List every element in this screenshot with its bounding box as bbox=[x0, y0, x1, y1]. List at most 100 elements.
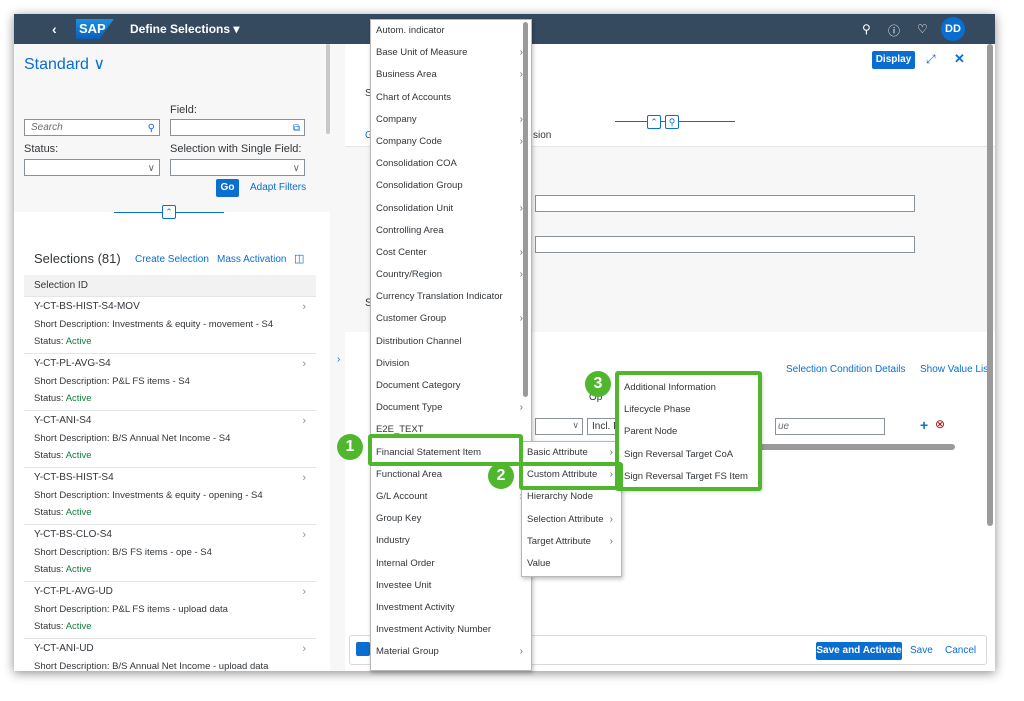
display-button[interactable]: Display bbox=[872, 51, 915, 69]
menu-item[interactable]: Industry bbox=[371, 530, 531, 552]
short-description: Short Description: P&L FS items - upload… bbox=[34, 604, 228, 615]
chevron-right-icon: › bbox=[519, 47, 523, 59]
fullscreen-icon[interactable]: ⤢ bbox=[926, 52, 936, 67]
save-and-activate-button[interactable]: Save and Activate bbox=[816, 642, 902, 660]
app-title[interactable]: Define Selections ▾ bbox=[130, 22, 239, 36]
save-button[interactable]: Save bbox=[910, 645, 933, 656]
menu-item[interactable]: Company › bbox=[371, 109, 531, 131]
menu-item-label: Currency Translation Indicator bbox=[376, 291, 503, 303]
create-selection-link[interactable]: Create Selection bbox=[135, 254, 209, 265]
add-icon[interactable]: + bbox=[920, 417, 928, 433]
collapse-header-button[interactable]: ⌃ bbox=[162, 205, 176, 219]
back-icon[interactable]: ‹ bbox=[52, 21, 57, 37]
chevron-right-icon: › bbox=[519, 646, 523, 658]
scrollbar[interactable] bbox=[987, 44, 993, 526]
attribute-select[interactable]: ∨ bbox=[535, 418, 583, 435]
menu-item[interactable]: Group Key bbox=[371, 508, 531, 530]
menu-item[interactable]: Material Group › bbox=[371, 641, 531, 663]
search-input[interactable]: Search ⚲ bbox=[24, 119, 160, 136]
menu-item[interactable]: Consolidation Unit › bbox=[371, 198, 531, 220]
menu-item[interactable]: Cost Center › bbox=[371, 242, 531, 264]
message-icon[interactable] bbox=[356, 642, 370, 656]
settings-icon[interactable]: ◫ bbox=[294, 252, 304, 265]
menu-item[interactable]: Document Category bbox=[371, 375, 531, 397]
sap-logo: SAP bbox=[76, 19, 114, 39]
mass-activation-link[interactable]: Mass Activation bbox=[217, 254, 286, 265]
value-help-icon[interactable]: ⧉ bbox=[293, 121, 300, 136]
status-select[interactable]: ∨ bbox=[24, 159, 160, 176]
list-item[interactable]: Y-CT-PL-AVG-UD › Short Description: P&L FS… bbox=[24, 582, 316, 639]
menu-item[interactable]: Value bbox=[522, 553, 621, 575]
menu-item-label: Division bbox=[376, 357, 410, 369]
menu-item[interactable]: Business Area › bbox=[371, 64, 531, 86]
pin-icon[interactable]: ⚲ bbox=[665, 115, 679, 129]
menu-item[interactable]: Investee Unit bbox=[371, 575, 531, 597]
tab-selection-condition[interactable]: sion bbox=[533, 130, 551, 141]
show-value-list-link[interactable]: Show Value List bbox=[920, 364, 991, 375]
highlight-custom-attribute bbox=[519, 462, 623, 490]
notification-bell-icon[interactable]: ♡ bbox=[917, 22, 928, 36]
menu-item[interactable]: Consolidation Group bbox=[371, 175, 531, 197]
variant-selector[interactable]: Standard ∨ bbox=[24, 54, 105, 74]
close-icon[interactable]: ✕ bbox=[954, 51, 965, 67]
menu-item[interactable]: Investment Activity Number bbox=[371, 619, 531, 641]
expand-panel-icon[interactable]: › bbox=[337, 354, 340, 365]
list-item[interactable]: Y-CT-PL-AVG-S4 › Short Description: P&L FS… bbox=[24, 354, 316, 411]
search-icon[interactable]: ⚲ bbox=[148, 121, 155, 136]
menu-item[interactable]: Investment Activity bbox=[371, 597, 531, 619]
menu-item[interactable]: Country/Region › bbox=[371, 264, 531, 286]
menu-item-label: Business Area bbox=[376, 69, 437, 81]
menu-item-label: Group Key bbox=[376, 513, 422, 525]
help-icon[interactable]: ⓘ bbox=[888, 22, 900, 39]
single-field-select[interactable]: ∨ bbox=[170, 159, 305, 176]
menu-item[interactable]: Selection Attribute › bbox=[522, 509, 621, 531]
menu-item[interactable]: Customer Group › bbox=[371, 308, 531, 330]
avatar[interactable]: DD bbox=[941, 17, 965, 41]
step-badge-1: 1 bbox=[337, 434, 363, 460]
status-label: Status: bbox=[34, 393, 66, 404]
menu-item-label: Hierarchy Node bbox=[527, 491, 593, 503]
menu-item[interactable]: Target Attribute › bbox=[522, 531, 621, 553]
highlight-custom-attribute-list bbox=[615, 371, 762, 491]
menu-item[interactable]: Controlling Area bbox=[371, 220, 531, 242]
menu-item[interactable]: Division bbox=[371, 353, 531, 375]
search-icon[interactable]: ⚲ bbox=[862, 22, 871, 36]
scrollbar[interactable] bbox=[326, 44, 330, 134]
menu-item[interactable]: Chart of Accounts bbox=[371, 87, 531, 109]
menu-item-label: Document Type bbox=[376, 402, 443, 414]
menu-item[interactable]: Distribution Channel bbox=[371, 331, 531, 353]
menu-item[interactable]: G/L Account› bbox=[371, 486, 531, 508]
selection-condition-details-link[interactable]: Selection Condition Details bbox=[786, 364, 906, 375]
short-description-input[interactable] bbox=[535, 195, 915, 212]
list-item[interactable]: Y-CT-BS-CLO-S4 › Short Description: B/S FS… bbox=[24, 525, 316, 582]
menu-item-label: Internal Order bbox=[376, 557, 435, 569]
chevron-right-icon: › bbox=[302, 301, 306, 313]
field-input[interactable]: ⧉ bbox=[170, 119, 305, 136]
go-button[interactable]: Go bbox=[216, 179, 239, 197]
menu-item[interactable]: Internal Order bbox=[371, 553, 531, 575]
value-input[interactable]: ue bbox=[775, 418, 885, 435]
menu-item[interactable]: Company Code › bbox=[371, 131, 531, 153]
description-input[interactable] bbox=[535, 236, 915, 253]
menu-item[interactable]: Autom. indicator bbox=[371, 20, 531, 42]
short-description: Short Description: B/S FS items - ope - … bbox=[34, 547, 212, 558]
menu-item[interactable]: Currency Translation Indicator bbox=[371, 286, 531, 308]
chevron-down-icon: ∨ bbox=[147, 163, 155, 174]
menu-item[interactable]: Document Type › bbox=[371, 397, 531, 419]
remove-icon[interactable]: ⊗ bbox=[935, 417, 945, 431]
menu-item[interactable]: Basic Attribute › bbox=[522, 442, 621, 464]
chevron-right-icon: › bbox=[519, 135, 523, 147]
list-item[interactable]: Y-CT-BS-HIST-S4-MOV › Short Description: I… bbox=[24, 297, 316, 354]
chevron-right-icon: › bbox=[609, 447, 613, 458]
cancel-button[interactable]: Cancel bbox=[945, 645, 976, 656]
list-item[interactable]: Y-CT-ANI-S4 › Short Description: B/S Annua… bbox=[24, 411, 316, 468]
menu-item[interactable]: Consolidation COA bbox=[371, 153, 531, 175]
adapt-filters-link[interactable]: Adapt Filters bbox=[250, 182, 306, 193]
menu-item-label: Investee Unit bbox=[376, 579, 432, 591]
selections-title: Selections (81) bbox=[34, 251, 121, 266]
list-item[interactable]: Y-CT-BS-HIST-S4 › Short Description: Inves… bbox=[24, 468, 316, 525]
collapse-header-button[interactable]: ⌃ bbox=[647, 115, 661, 129]
list-item[interactable]: Y-CT-ANI-UD › Short Description: B/S Annua… bbox=[24, 639, 316, 671]
menu-item[interactable]: Base Unit of Measure › bbox=[371, 42, 531, 64]
chevron-right-icon: › bbox=[302, 643, 306, 655]
